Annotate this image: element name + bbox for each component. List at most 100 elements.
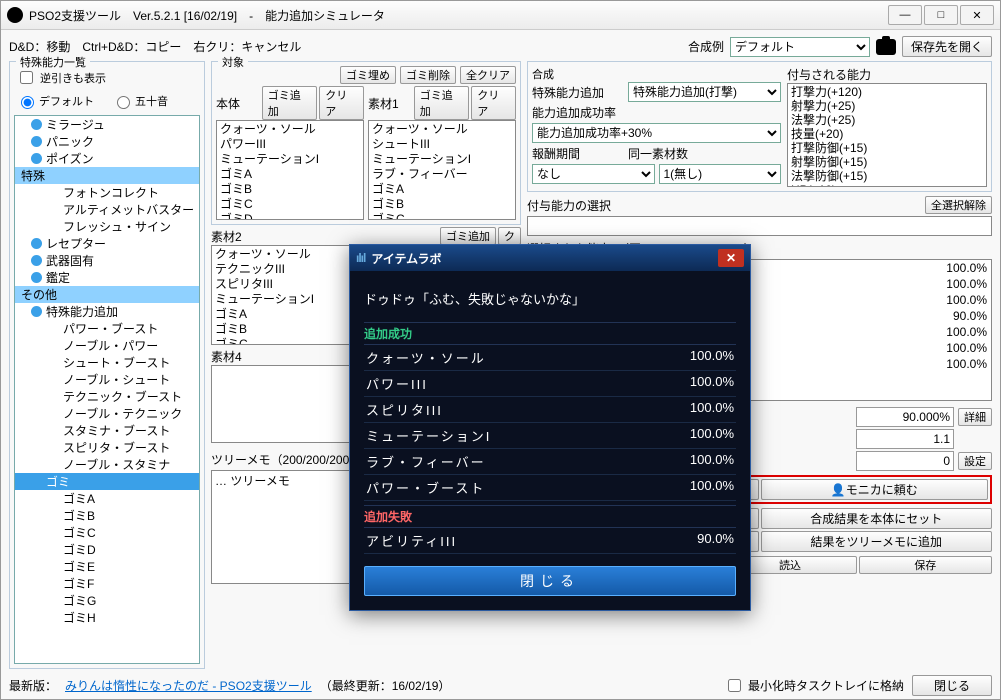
tree-item[interactable]: ノーブル・パワー xyxy=(15,337,199,354)
tree-item[interactable]: パワー・ブースト xyxy=(15,320,199,337)
list-item[interactable]: 射撃防御(+15) xyxy=(791,155,983,169)
result-row: パワーIII100.0% xyxy=(364,371,736,397)
list-item[interactable]: パワーIII xyxy=(220,137,360,152)
tree-item[interactable]: 特殊 xyxy=(15,167,199,184)
tree-item[interactable]: スタミナ・ブースト xyxy=(15,422,199,439)
deselect-all-button[interactable]: 全選択解除 xyxy=(925,196,992,214)
success-rate-select[interactable]: 能力追加成功率+30% xyxy=(532,123,781,143)
mat1-add-garbage-button[interactable]: ゴミ追加 xyxy=(414,86,470,120)
tray-checkbox[interactable] xyxy=(728,679,741,692)
tree-item[interactable]: ミラージュ xyxy=(15,116,199,133)
list-item[interactable]: ミューテーションI xyxy=(220,152,360,167)
tree-item[interactable]: ゴミD xyxy=(15,541,199,558)
tree-item[interactable]: その他 xyxy=(15,286,199,303)
add-to-tree-button[interactable]: 結果をツリーメモに追加 xyxy=(761,531,993,552)
sort-default-radio[interactable] xyxy=(21,96,34,109)
maximize-button[interactable]: □ xyxy=(924,5,958,25)
tree-item[interactable]: 鑑定 xyxy=(15,269,199,286)
tree-item[interactable]: 特殊能力追加 xyxy=(15,303,199,320)
tree-item[interactable]: ゴミC xyxy=(15,524,199,541)
camera-icon[interactable] xyxy=(876,39,896,55)
add-ability-label: 特殊能力追加 xyxy=(532,84,624,101)
cost-settings-button[interactable]: 設定 xyxy=(958,452,992,470)
select-ability-listbox[interactable] xyxy=(527,216,992,236)
tree-item[interactable]: ゴミ xyxy=(15,473,199,490)
tree-item[interactable]: ゴミH xyxy=(15,609,199,626)
result-row: ミューテーションI100.0% xyxy=(364,423,736,449)
list-item[interactable]: クォーツ・ソール xyxy=(372,122,512,137)
tree-item[interactable]: ノーブル・シュート xyxy=(15,371,199,388)
tree-item[interactable]: レセプター xyxy=(15,235,199,252)
tree-item[interactable]: ポイズン xyxy=(15,150,199,167)
tree-item[interactable]: 武器固有 xyxy=(15,252,199,269)
tree-item[interactable]: フレッシュ・サイン xyxy=(15,218,199,235)
list-item[interactable]: ゴミC xyxy=(372,212,512,220)
tree-item[interactable]: ゴミB xyxy=(15,507,199,524)
tree-item[interactable]: フォトンコレクト xyxy=(15,184,199,201)
nav-save-button[interactable]: 保存 xyxy=(859,556,992,574)
latest-link[interactable]: みりんは惰性になったのだ - PSO2支援ツール xyxy=(65,677,312,694)
app-icon xyxy=(7,7,23,23)
clear-all-button[interactable]: 全クリア xyxy=(460,66,516,84)
window-title: PSO2支援ツール Ver.5.2.1 [16/02/19] - 能力追加シミュ… xyxy=(29,7,888,24)
body-add-garbage-button[interactable]: ゴミ追加 xyxy=(262,86,318,120)
minimize-button[interactable]: — xyxy=(888,5,922,25)
ask-monica-button[interactable]: 👤 モニカに頼む xyxy=(761,479,989,500)
list-item[interactable]: 法撃防御(+15) xyxy=(791,169,983,183)
list-item[interactable]: ゴミB xyxy=(220,182,360,197)
list-item[interactable]: ゴミA xyxy=(372,182,512,197)
list-item[interactable]: ゴミA xyxy=(220,167,360,182)
footer-close-button[interactable]: 閉じる xyxy=(912,675,992,696)
list-item[interactable]: HP(+10) xyxy=(791,183,983,187)
list-item[interactable]: 技量(+20) xyxy=(791,127,983,141)
body-clear-button[interactable]: クリア xyxy=(319,86,364,120)
body-listbox[interactable]: クォーツ・ソールパワーIIIミューテーションIゴミAゴミBゴミCゴミD xyxy=(216,120,364,220)
detail-button[interactable]: 詳細 xyxy=(958,408,992,426)
list-item[interactable]: クォーツ・ソール xyxy=(220,122,360,137)
list-item[interactable]: ミューテーションI xyxy=(372,152,512,167)
mat2-add-garbage-button[interactable]: ゴミ追加 xyxy=(440,227,496,245)
tree-item[interactable]: ゴミF xyxy=(15,575,199,592)
mat1-listbox[interactable]: クォーツ・ソールシュートIIIミューテーションIラブ・フィーバーゴミAゴミBゴミ… xyxy=(368,120,516,220)
tree-item[interactable]: スピリタ・ブースト xyxy=(15,439,199,456)
same-mat-select[interactable]: 1(無し) xyxy=(659,164,782,184)
list-item[interactable]: ラブ・フィーバー xyxy=(372,167,512,182)
tree-item[interactable]: ノーブル・テクニック xyxy=(15,405,199,422)
tree-item[interactable]: シュート・ブースト xyxy=(15,354,199,371)
tree-item[interactable]: テクニック・ブースト xyxy=(15,388,199,405)
app-window: PSO2支援ツール Ver.5.2.1 [16/02/19] - 能力追加シミュ… xyxy=(0,0,1001,700)
list-item[interactable]: 打撃力(+120) xyxy=(791,85,983,99)
preset-select[interactable]: デフォルト xyxy=(730,37,870,57)
list-item[interactable]: 打撃防御(+15) xyxy=(791,141,983,155)
add-ability-select[interactable]: 特殊能力追加(打撃) xyxy=(628,82,781,102)
tree-item[interactable]: パニック xyxy=(15,133,199,150)
list-item[interactable]: ゴミD xyxy=(220,212,360,220)
latest-label: 最新版： xyxy=(9,677,57,694)
list-item[interactable]: シュートIII xyxy=(372,137,512,152)
tree-item[interactable]: ノーブル・スタミナ xyxy=(15,456,199,473)
ability-tree[interactable]: ミラージュパニックポイズン特殊フォトンコレクトアルティメットバスターフレッシュ・… xyxy=(14,115,200,664)
mat1-clear-button[interactable]: クリア xyxy=(471,86,516,120)
close-button[interactable]: ✕ xyxy=(960,5,994,25)
mat2-clear-button[interactable]: ク xyxy=(498,227,521,245)
list-item[interactable]: 射撃力(+25) xyxy=(791,99,983,113)
dialog-close-icon[interactable]: ✕ xyxy=(718,249,744,267)
list-item[interactable]: ゴミB xyxy=(372,197,512,212)
list-item[interactable]: 法撃力(+25) xyxy=(791,113,983,127)
tree-item[interactable]: ゴミG xyxy=(15,592,199,609)
tree-item[interactable]: ゴミE xyxy=(15,558,199,575)
open-save-folder-button[interactable]: 保存先を開く xyxy=(902,36,992,57)
tree-item[interactable]: ゴミA xyxy=(15,490,199,507)
fill-garbage-button[interactable]: ゴミ埋め xyxy=(340,66,396,84)
reverse-lookup-checkbox[interactable] xyxy=(20,71,33,84)
granted-abilities-listbox[interactable]: 打撃力(+120)射撃力(+25)法撃力(+25)技量(+20)打撃防御(+15… xyxy=(787,83,987,187)
set-body-button[interactable]: 合成結果を本体にセット xyxy=(761,508,993,529)
delete-garbage-button[interactable]: ゴミ削除 xyxy=(400,66,456,84)
select-ability-label: 付与能力の選択 xyxy=(527,197,611,214)
list-item[interactable]: ゴミC xyxy=(220,197,360,212)
reverse-lookup-label: 逆引きも表示 xyxy=(40,70,106,86)
period-select[interactable]: なし xyxy=(532,164,655,184)
tree-item[interactable]: アルティメットバスター xyxy=(15,201,199,218)
sort-gojuon-radio[interactable] xyxy=(117,96,130,109)
dialog-close-button[interactable]: 閉じる xyxy=(364,566,736,596)
